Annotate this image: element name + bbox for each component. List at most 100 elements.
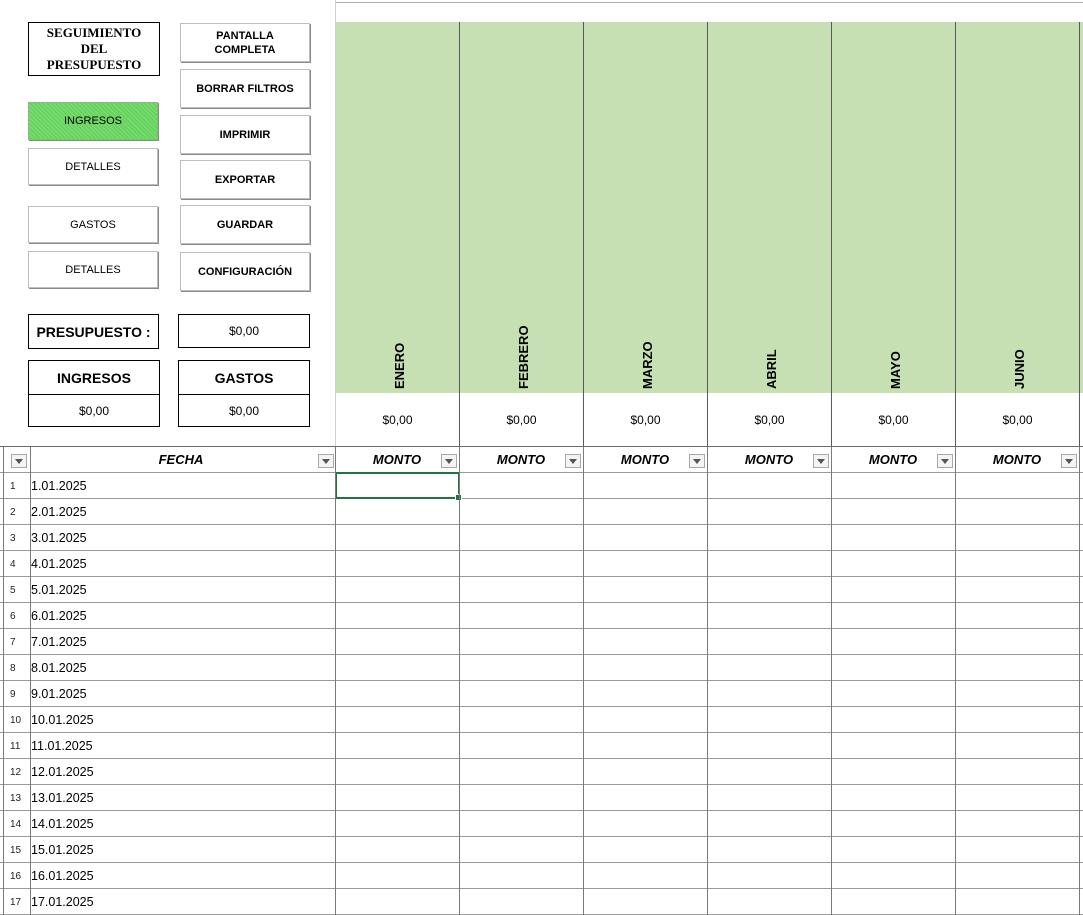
row-line [0,706,1083,707]
month-column-junio: JUNIO [956,22,1080,393]
month-name: JUNIO [1011,349,1027,389]
month-name: MAYO [887,351,903,389]
row-line [0,732,1083,733]
row-line [0,862,1083,863]
row-line [0,680,1083,681]
monto-header: MONTO [868,452,918,467]
date-cell[interactable]: 12.01.2025 [31,759,94,785]
gastos-total-label: GASTOS [178,360,310,395]
row-number: 4 [10,558,16,570]
row-number: 7 [10,636,16,648]
configuracion-button[interactable]: CONFIGURACIÓN [180,252,310,291]
monto-header: MONTO [992,452,1042,467]
date-cell[interactable]: 9.01.2025 [31,681,87,707]
row-number: 5 [10,584,16,596]
month-name: FEBRERO [515,325,531,389]
row-number: 3 [10,532,16,544]
date-cell[interactable]: 3.01.2025 [31,525,87,551]
month-total: $0,00 [956,393,1080,446]
row-line [0,836,1083,837]
grid-line [459,447,460,915]
row-line [0,784,1083,785]
date-cell[interactable]: 10.01.2025 [31,707,94,733]
monto-header: MONTO [372,452,422,467]
detalles-ingresos-button[interactable]: DETALLES [28,148,158,185]
fecha-filter-button[interactable] [318,454,334,468]
date-cell[interactable]: 2.01.2025 [31,499,87,525]
month-column-enero: ENERO [336,22,460,393]
table-header-bottom [0,472,1083,473]
row-number: 9 [10,688,16,700]
date-cell[interactable]: 16.01.2025 [31,863,94,889]
monto-filter-button[interactable] [937,454,953,468]
date-cell[interactable]: 6.01.2025 [31,603,87,629]
presupuesto-value: $0,00 [178,314,310,348]
row-line [0,498,1083,499]
grid-line [583,447,584,915]
monto-filter-button[interactable] [565,454,581,468]
date-cell[interactable]: 14.01.2025 [31,811,94,837]
borrar-filtros-button[interactable]: BORRAR FILTROS [180,69,310,108]
row-line [0,602,1083,603]
fecha-header: FECHA [158,452,204,467]
row-line [0,654,1083,655]
row-number: 15 [10,844,22,856]
month-column-abril: ABRIL [708,22,832,393]
month-column-marzo: MARZO [584,22,708,393]
date-cell[interactable]: 7.01.2025 [31,629,87,655]
rownum-filter-button[interactable] [11,454,27,468]
monto-filter-button[interactable] [813,454,829,468]
date-cell[interactable]: 1.01.2025 [31,473,87,499]
row-number: 17 [10,896,22,908]
row-line [0,628,1083,629]
row-line [0,576,1083,577]
gastos-total-value: $0,00 [178,394,310,427]
row-number: 8 [10,662,16,674]
monto-header: MONTO [496,452,546,467]
month-name: MARZO [639,341,655,389]
month-column-febrero: FEBRERO [460,22,584,393]
date-cell[interactable]: 4.01.2025 [31,551,87,577]
gastos-button[interactable]: GASTOS [28,206,158,243]
monto-header: MONTO [744,452,794,467]
grid-line [831,447,832,915]
presupuesto-label: PRESUPUESTO : [28,314,159,349]
month-total: $0,00 [584,393,708,446]
ingresos-button[interactable]: INGRESOS [28,102,158,140]
monto-filter-button[interactable] [1061,454,1077,468]
date-cell[interactable]: 17.01.2025 [31,889,94,915]
pantalla-completa-button[interactable]: PANTALLA COMPLETA [180,23,310,62]
row-number: 12 [10,766,22,778]
month-total: $0,00 [832,393,956,446]
date-cell[interactable]: 11.01.2025 [31,733,93,759]
month-name: ABRIL [763,349,779,389]
row-line [0,810,1083,811]
row-number: 6 [10,610,16,622]
row-number: 2 [10,506,16,518]
date-cell[interactable]: 8.01.2025 [31,655,87,681]
monto-filter-button[interactable] [441,454,457,468]
row-number: 1 [10,480,16,492]
ingresos-total-value: $0,00 [28,394,160,427]
month-total: $0,00 [708,393,832,446]
row-line [0,524,1083,525]
row-line [0,888,1083,889]
date-cell[interactable]: 13.01.2025 [31,785,94,811]
month-column-mayo: MAYO [832,22,956,393]
exportar-button[interactable]: EXPORTAR [180,160,310,199]
date-cell[interactable]: 15.01.2025 [31,837,94,863]
monto-header: MONTO [620,452,670,467]
date-cell[interactable]: 5.01.2025 [31,577,87,603]
grid-line [3,447,4,915]
row-number: 10 [10,714,22,726]
monto-filter-button[interactable] [689,454,705,468]
grid-line [335,447,336,915]
imprimir-button[interactable]: IMPRIMIR [180,115,310,154]
selected-cell[interactable] [335,472,462,501]
sheet-title: SEGUIMIENTO DEL PRESUPUESTO [28,22,160,76]
row-line [0,550,1083,551]
row-number: 11 [10,740,21,752]
ingresos-total-label: INGRESOS [28,360,160,395]
guardar-button[interactable]: GUARDAR [180,205,310,244]
detalles-gastos-button[interactable]: DETALLES [28,251,158,288]
